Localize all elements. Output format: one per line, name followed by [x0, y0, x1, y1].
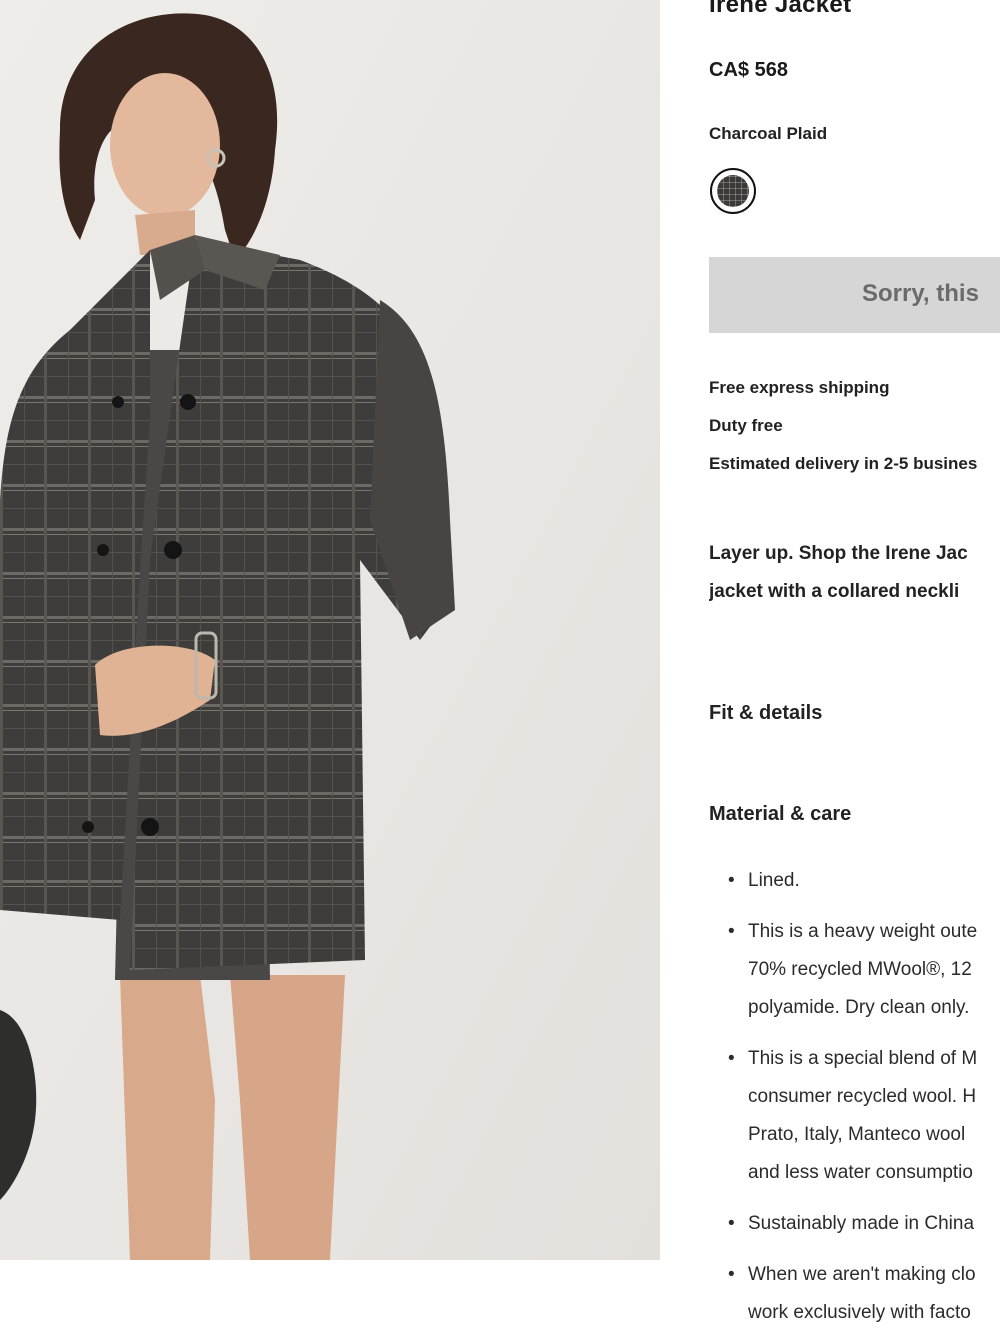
list-item: • This is a heavy weight oute 70% recycl… — [709, 913, 1000, 1027]
shipping-duty-free: Duty free — [709, 416, 783, 435]
sold-out-button[interactable]: Sorry, this — [709, 257, 1000, 333]
product-title: Irene Jacket — [709, 0, 852, 18]
bullet-icon: • — [728, 1213, 735, 1234]
material-care-list: • Lined. • This is a heavy weight oute 7… — [709, 862, 1000, 1333]
product-description-line-1: Layer up. Shop the Irene Jac — [709, 543, 968, 564]
shipping-estimated-delivery: Estimated delivery in 2-5 busines — [709, 454, 978, 473]
charcoal-plaid-swatch-icon — [717, 175, 749, 207]
product-image[interactable] — [0, 0, 660, 1260]
fit-details-accordion[interactable]: Fit & details — [709, 702, 822, 725]
bullet-icon: • — [728, 921, 735, 942]
sold-out-button-label: Sorry, this — [862, 280, 979, 307]
list-item: • Sustainably made in China — [709, 1205, 1000, 1243]
material-care-accordion[interactable]: Material & care — [709, 803, 851, 826]
bullet-icon: • — [728, 870, 735, 891]
list-item: • When we aren't making clo work exclusi… — [709, 1256, 1000, 1332]
color-swatch-charcoal-plaid[interactable] — [710, 168, 756, 214]
list-item: • Lined. — [709, 862, 1000, 900]
list-item: • This is a special blend of M consumer … — [709, 1040, 1000, 1192]
shipping-free-express: Free express shipping — [709, 378, 890, 397]
product-price: CA$ 568 — [709, 59, 788, 81]
bullet-icon: • — [728, 1264, 735, 1285]
bullet-icon: • — [728, 1048, 735, 1069]
product-info-panel: Irene Jacket CA$ 568 Charcoal Plaid Sorr… — [709, 0, 1000, 1333]
selected-color-label: Charcoal Plaid — [709, 124, 828, 143]
product-description-line-2: jacket with a collared neckli — [709, 581, 960, 602]
